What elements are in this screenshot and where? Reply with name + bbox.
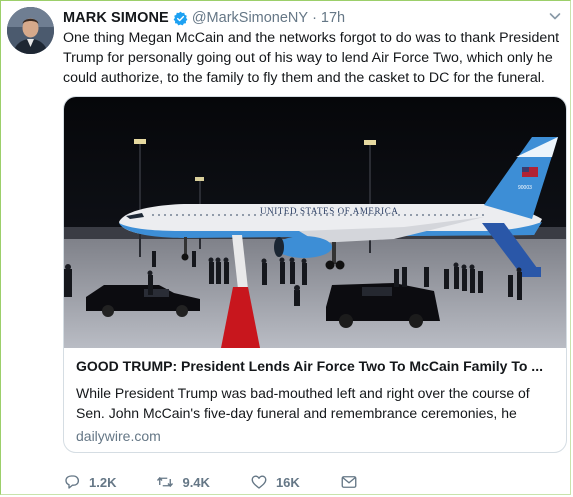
retweet-count: 9.4K [182,474,210,490]
reply-icon [65,475,80,489]
tweet-actions: 1.2K 9.4K 16K [63,472,406,492]
display-name[interactable]: MARK SIMONE [63,10,169,26]
reply-count: 1.2K [89,474,117,490]
retweet-button[interactable]: 9.4K [156,473,210,491]
card-body: GOOD TRUMP: President Lends Air Force Tw… [76,357,558,446]
card-image: UNITED STATES OF AMERICA 90003 [64,97,566,348]
reply-button[interactable]: 1.2K [63,473,116,491]
handle[interactable]: @MarkSimoneNY [192,10,308,26]
message-icon [341,476,357,488]
like-count: 16K [275,474,300,490]
card-domain: dailywire.com [76,428,161,444]
tweet-text: One thing Megan McCain and the networks … [63,30,560,86]
plane-lettering: UNITED STATES OF AMERICA [260,206,398,216]
like-button[interactable]: 16K [250,473,300,491]
plane-tail-number: 90003 [518,185,532,191]
avatar[interactable] [7,7,54,54]
card-description: While President Trump was bad-mouthed le… [76,385,530,421]
like-icon [251,475,267,489]
retweet-icon [157,476,174,488]
tweet-header: MARK SIMONE @MarkSimoneNY · 17h [63,8,345,28]
tweet-container: MARK SIMONE @MarkSimoneNY · 17h One thin… [0,0,571,495]
direct-message-button[interactable] [340,473,366,491]
verified-badge-icon [173,11,188,26]
caret-down-icon[interactable] [548,9,562,23]
link-card[interactable]: UNITED STATES OF AMERICA 90003 GOOD TRUM… [63,96,567,453]
timestamp[interactable]: 17h [321,10,345,26]
separator-dot: · [312,10,317,26]
card-title[interactable]: GOOD TRUMP: President Lends Air Force Tw… [76,357,558,376]
